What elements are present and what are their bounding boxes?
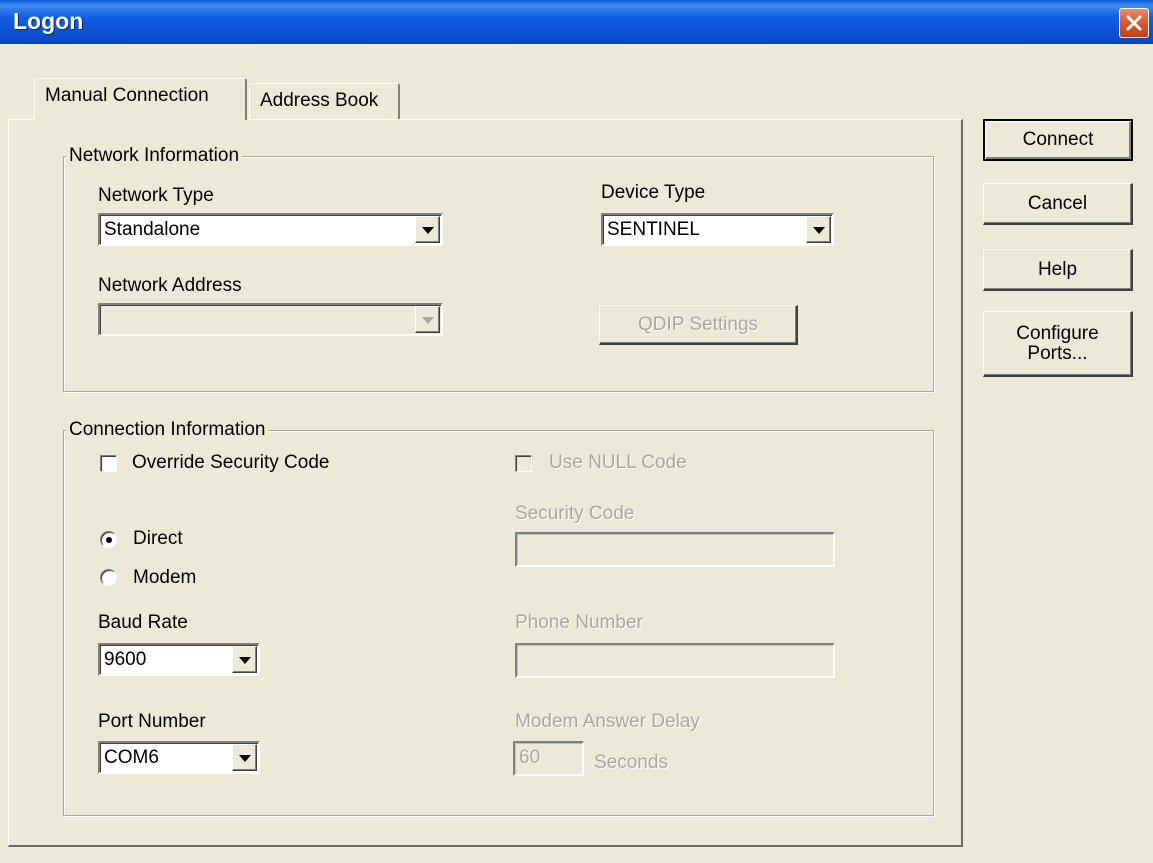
configure-ports-button[interactable]: Configure Ports... [983,311,1133,377]
seconds-label: Seconds [594,752,668,773]
qdip-settings-button: QDIP Settings [599,305,798,345]
window-title: Logon [13,8,84,34]
device-type-select[interactable]: SENTINEL [601,213,834,246]
use-null-code-checkbox [515,455,532,472]
port-number-value: COM6 [104,747,159,768]
network-type-dropdown-button[interactable] [415,216,440,243]
phone-number-field [515,643,835,678]
device-type-label: Device Type [601,182,706,203]
security-code-field [515,532,835,567]
qdip-settings-label: QDIP Settings [637,313,759,335]
connect-button[interactable]: Connect [983,119,1133,161]
network-address-dropdown-button [415,306,440,333]
chevron-down-icon [813,227,825,234]
modem-answer-delay-value: 60 [519,747,541,768]
tab-manual-connection[interactable]: Manual Connection [34,78,247,120]
network-type-select[interactable]: Standalone [98,213,443,246]
baud-rate-label: Baud Rate [98,612,188,633]
modem-answer-delay-label: Modem Answer Delay [515,711,700,732]
chevron-down-icon [422,227,434,234]
baud-rate-value: 9600 [104,649,147,670]
title-bar[interactable]: Logon [0,0,1153,44]
baud-rate-dropdown-button[interactable] [232,646,257,673]
override-security-label[interactable]: Override Security Code [132,452,329,474]
device-type-dropdown-button[interactable] [806,216,831,243]
radio-selected-dot [106,537,112,543]
configure-ports-line2: Ports... [1027,342,1088,364]
chevron-down-icon [239,755,251,762]
security-code-label: Security Code [515,503,635,524]
baud-rate-select[interactable]: 9600 [98,643,260,676]
cancel-button[interactable]: Cancel [983,183,1133,225]
modem-label[interactable]: Modem [133,567,196,589]
chevron-down-icon [422,317,434,324]
network-information-legend: Network Information [66,145,243,167]
device-type-value: SENTINEL [607,219,700,240]
close-button[interactable] [1119,8,1149,38]
help-button[interactable]: Help [983,249,1133,291]
override-security-checkbox[interactable] [100,455,117,472]
network-address-label: Network Address [98,275,242,296]
chevron-down-icon [239,657,251,664]
port-number-label: Port Number [98,711,206,732]
network-type-value: Standalone [104,219,201,240]
port-number-select[interactable]: COM6 [98,741,260,774]
tab-address-book[interactable]: Address Book [249,83,400,119]
port-number-dropdown-button[interactable] [232,744,257,771]
network-type-label: Network Type [98,185,214,206]
use-null-code-label: Use NULL Code [549,452,687,473]
logon-dialog: Logon Manual Connection Address Book Net… [0,0,1153,863]
close-icon [1126,15,1142,31]
configure-ports-line1: Configure [1016,322,1099,344]
direct-radio[interactable] [100,531,117,548]
direct-label[interactable]: Direct [133,528,183,550]
modem-answer-delay-field: 60 [513,741,584,776]
network-address-select [98,303,443,336]
modem-radio[interactable] [100,569,117,586]
phone-number-label: Phone Number [515,612,643,633]
connection-information-legend: Connection Information [66,419,269,441]
